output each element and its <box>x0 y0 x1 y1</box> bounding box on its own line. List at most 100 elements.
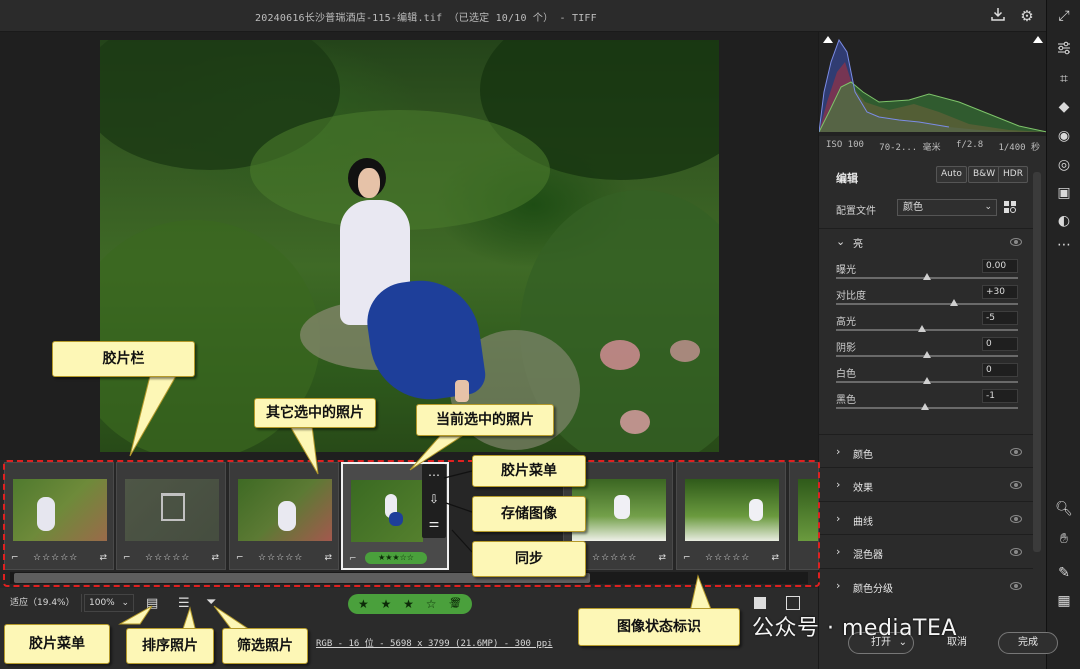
profile-browser-icon[interactable] <box>1003 200 1017 214</box>
slider-track[interactable] <box>836 351 1018 358</box>
slider-track[interactable] <box>836 377 1018 384</box>
callout-film-menu: 胶片菜单 <box>472 455 586 487</box>
eye-icon[interactable] <box>1010 582 1022 590</box>
slider-label: 高光 <box>836 317 856 328</box>
slider-label: 黑色 <box>836 395 856 406</box>
panel-scrollbar[interactable] <box>1033 172 1041 552</box>
slider-knob[interactable] <box>923 351 931 358</box>
profile-value: 颜色 <box>903 202 923 213</box>
slider-label: 阴影 <box>836 343 856 354</box>
red-eye-icon[interactable]: ◎ <box>1055 156 1073 174</box>
done-button[interactable]: 完成 <box>998 632 1058 654</box>
eye-icon[interactable] <box>1010 481 1022 489</box>
light-section-header[interactable]: ⌄ 亮 <box>819 228 1033 254</box>
image-canvas[interactable] <box>0 32 818 460</box>
gear-icon[interactable]: ⚙ <box>1017 6 1037 26</box>
rating-stars[interactable]: ★ ★ ★ ☆ ☆ <box>358 597 463 611</box>
filmstrip-highlight-frame <box>3 460 820 587</box>
slider-knob[interactable] <box>921 403 930 410</box>
fit-zoom-label[interactable]: 适应（19.4%） <box>4 594 82 612</box>
tool-strip: ⤢ ⌗ ◆ ◉ ◎ ▣ ◐ ⋯ 🔍︎ ✋︎ ✎ ▦ <box>1046 0 1080 669</box>
zoom-icon[interactable]: 🔍︎ <box>1055 500 1073 518</box>
callout-status: 图像状态标识 <box>578 608 740 646</box>
slider-knob[interactable] <box>923 273 931 280</box>
slider-value-field[interactable]: 0.00 <box>982 259 1018 273</box>
chevron-right-icon: › <box>836 478 841 491</box>
slider-value-field[interactable]: +30 <box>982 285 1018 299</box>
eye-icon[interactable] <box>1010 238 1022 246</box>
callout-film-menu-bottom: 胶片菜单 <box>4 624 110 664</box>
preview-photo <box>100 40 719 452</box>
auto-button[interactable]: Auto <box>936 166 967 183</box>
more-icon[interactable]: ⋯ <box>1055 236 1073 254</box>
window-title: 20240616长沙普瑞酒店-115-编辑.tif （已选定 10/10 个） … <box>255 13 597 24</box>
export-icon[interactable] <box>988 6 1008 26</box>
trash-icon[interactable]: 🗑︎ <box>449 594 462 614</box>
eye-icon[interactable] <box>1010 515 1022 523</box>
slider-track[interactable] <box>836 299 1018 306</box>
section-effects[interactable]: › 效果 <box>819 467 1033 500</box>
snapshots-icon[interactable]: ▣ <box>1055 184 1073 202</box>
image-info-link[interactable]: RGB - 16 位 - 5698 x 3799 (21.6MP) - 300 … <box>316 636 553 649</box>
zoom-value: 100% <box>89 598 115 608</box>
eraser-icon[interactable]: ◆ <box>1055 98 1073 116</box>
hand-icon[interactable]: ✋︎ <box>1055 530 1073 548</box>
crop-icon[interactable]: ⌗ <box>1055 70 1073 88</box>
bw-button[interactable]: B&W <box>968 166 1001 183</box>
eye-icon[interactable] <box>1010 548 1022 556</box>
slider-track[interactable] <box>836 273 1018 280</box>
section-mixer[interactable]: › 混色器 <box>819 534 1033 567</box>
slider-value-field[interactable]: 0 <box>982 363 1018 377</box>
slider-label: 曝光 <box>836 265 856 276</box>
slider-track[interactable] <box>836 325 1018 332</box>
edit-panel-title: 编辑 <box>836 172 858 185</box>
presets-icon[interactable]: ◐ <box>1055 212 1073 230</box>
grid-icon[interactable]: ▦ <box>1055 592 1073 610</box>
hdr-button[interactable]: HDR <box>998 166 1028 183</box>
edit-panel: ISO 100 70-2... 毫米 f/2.8 1/400 秒 编辑 Auto… <box>818 32 1048 669</box>
slider-value-field[interactable]: 0 <box>982 337 1018 351</box>
section-color[interactable]: › 颜色 <box>819 434 1033 467</box>
sort-icon[interactable]: ☰ <box>178 596 190 611</box>
slider-knob[interactable] <box>917 325 926 332</box>
profile-label: 配置文件 <box>836 206 876 217</box>
slider-track[interactable] <box>836 403 1018 410</box>
callout-sync: 同步 <box>472 541 586 577</box>
section-color-label: 颜色 <box>853 450 873 461</box>
slider-value-field[interactable]: -5 <box>982 311 1018 325</box>
slider-knob[interactable] <box>923 377 931 384</box>
slider-knob[interactable] <box>950 299 959 306</box>
callout-save-image: 存储图像 <box>472 496 586 532</box>
stop-icon[interactable] <box>754 597 766 609</box>
section-color-grading[interactable]: › 颜色分级 <box>819 568 1033 601</box>
edit-sliders-icon[interactable] <box>1055 40 1073 58</box>
section-curve-label: 曲线 <box>853 517 873 528</box>
expand-icon[interactable]: ⤢ <box>1055 7 1073 25</box>
highlight-clipping-icon[interactable] <box>1033 36 1043 43</box>
eye-icon[interactable] <box>1010 448 1022 456</box>
slider-label: 白色 <box>836 369 856 380</box>
chevron-down-icon: ⌄ <box>121 598 129 608</box>
section-effects-label: 效果 <box>853 483 873 494</box>
zoom-select[interactable]: 100% ⌄ <box>84 594 134 612</box>
eyedropper-icon[interactable]: ✎ <box>1055 564 1073 582</box>
chevron-down-icon: ⌄ <box>836 235 846 248</box>
section-mixer-label: 混色器 <box>853 550 883 561</box>
exif-info: ISO 100 70-2... 毫米 f/2.8 1/400 秒 <box>826 140 1040 153</box>
compare-icon[interactable] <box>786 596 800 610</box>
rating-pill[interactable]: ★ ★ ★ ☆ ☆ 🗑︎ <box>348 594 472 614</box>
mask-icon[interactable]: ◉ <box>1055 127 1073 145</box>
filter-icon[interactable]: ⏷ <box>206 595 216 610</box>
profile-select[interactable]: 颜色 ⌄ <box>897 199 997 216</box>
slider-value-field[interactable]: -1 <box>982 389 1018 403</box>
filmstrip-menu-icon[interactable]: ▤ <box>146 596 158 611</box>
chevron-right-icon: › <box>836 579 841 592</box>
shadow-clipping-icon[interactable] <box>823 36 833 43</box>
section-curve[interactable]: › 曲线 <box>819 501 1033 534</box>
shutter-value: 1/400 秒 <box>998 143 1040 153</box>
chevron-right-icon: › <box>836 445 841 458</box>
callout-other-selected: 其它选中的照片 <box>254 398 376 428</box>
callout-current-selected: 当前选中的照片 <box>416 404 554 436</box>
watermark: 公众号 · mediaTEA <box>752 616 957 641</box>
top-bar: 20240616长沙普瑞酒店-115-编辑.tif （已选定 10/10 个） … <box>0 0 1046 32</box>
